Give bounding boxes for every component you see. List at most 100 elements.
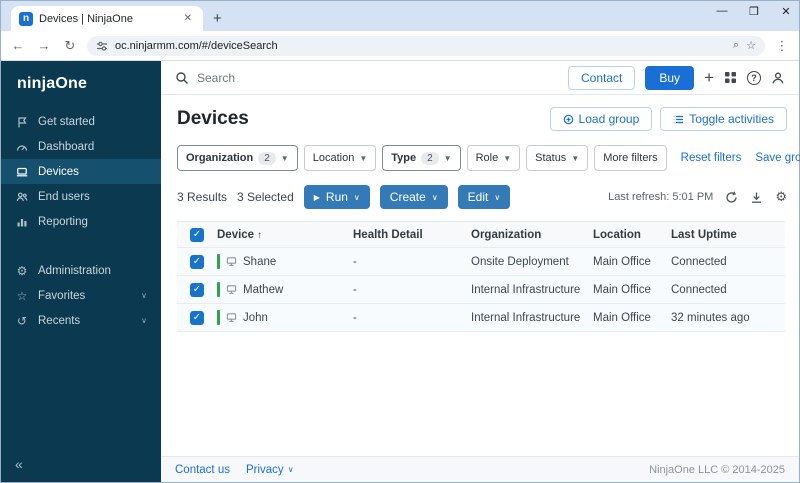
filter-location[interactable]: Location ▼	[303, 145, 377, 171]
sidebar: ninjaOne Get started Dashboard Devices E…	[1, 61, 161, 482]
get-started-icon	[15, 116, 29, 128]
selected-count: 3 Selected	[237, 190, 294, 204]
table-header-row: ✓ Device ↑ Health Detail Organization Loc…	[177, 222, 785, 248]
sidebar-item-recents[interactable]: ↺ Recents ∨	[1, 308, 161, 333]
reset-filters-link[interactable]: Reset filters	[681, 152, 742, 164]
chevron-down-icon: ▼	[443, 153, 452, 163]
column-header-location[interactable]: Location	[593, 229, 671, 241]
chevron-down-icon[interactable]: ∨	[141, 291, 147, 300]
select-all-checkbox[interactable]: ✓	[190, 227, 204, 242]
health-status-bar	[217, 310, 220, 325]
last-refresh-text: Last refresh: 5:01 PM	[608, 191, 714, 203]
account-icon[interactable]	[771, 71, 785, 85]
sidebar-item-get-started[interactable]: Get started	[1, 109, 161, 134]
sidebar-item-label: Devices	[38, 165, 79, 178]
device-name[interactable]: Mathew	[243, 284, 283, 296]
global-search-input[interactable]	[197, 70, 417, 85]
contact-button[interactable]: Contact	[568, 65, 636, 90]
sort-ascending-icon: ↑	[257, 229, 263, 241]
refresh-icon[interactable]	[725, 191, 738, 204]
filter-role[interactable]: Role ▼	[466, 145, 521, 171]
search-icon	[175, 71, 189, 85]
action-bar: 3 Results 3 Selected ▶ Run ∨ Create ∨ Ed…	[177, 185, 787, 209]
add-icon[interactable]: +	[704, 68, 714, 88]
sidebar-item-label: Favorites	[38, 289, 86, 302]
new-tab-icon[interactable]: +	[213, 10, 222, 27]
chevron-down-icon: ∨	[431, 192, 438, 202]
chevron-down-icon: ▼	[571, 153, 580, 163]
contact-us-link[interactable]: Contact us	[175, 464, 230, 476]
row-checkbox[interactable]: ✓	[190, 310, 204, 325]
minimize-icon[interactable]: —	[715, 5, 729, 18]
device-type-icon	[226, 312, 237, 323]
privacy-link[interactable]: Privacy ∨	[246, 464, 294, 476]
download-icon[interactable]	[750, 191, 763, 204]
column-header-uptime[interactable]: Last Uptime	[671, 229, 785, 241]
health-detail: -	[353, 311, 357, 324]
browser-tab[interactable]: n Devices | NinjaOne ✕	[11, 6, 203, 31]
device-name[interactable]: John	[243, 312, 268, 324]
buy-button[interactable]: Buy	[645, 65, 695, 90]
health-status-bar	[217, 254, 220, 269]
organization: Internal Infrastructure	[471, 283, 581, 296]
chevron-down-icon: ▼	[503, 153, 512, 163]
table-row[interactable]: ✓ Shane - Onsite Deployment Main Office …	[177, 248, 785, 276]
save-group-link[interactable]: Save group	[755, 152, 800, 164]
apps-grid-icon[interactable]	[724, 71, 737, 84]
sidebar-item-devices[interactable]: Devices	[1, 159, 161, 184]
location: Main Office	[593, 311, 651, 324]
column-header-device[interactable]: Device ↑	[217, 229, 353, 241]
last-uptime: 32 minutes ago	[671, 311, 750, 324]
site-info-icon[interactable]	[96, 40, 108, 52]
page-title: Devices	[177, 108, 249, 129]
filter-organization[interactable]: Organization 2 ▼	[177, 145, 298, 171]
devices-icon	[15, 166, 29, 178]
chevron-down-icon[interactable]: ∨	[141, 316, 147, 325]
devices-table: ✓ Device ↑ Health Detail Organization Loc…	[177, 221, 785, 332]
forward-icon[interactable]: →	[35, 38, 53, 53]
create-button[interactable]: Create ∨	[379, 185, 448, 209]
back-icon[interactable]: ←	[9, 38, 27, 53]
maximize-icon[interactable]: ❐	[747, 5, 761, 18]
run-button[interactable]: ▶ Run ∨	[303, 185, 370, 209]
filter-type[interactable]: Type 2 ▼	[382, 145, 461, 171]
help-icon[interactable]: ?	[747, 70, 761, 85]
row-checkbox[interactable]: ✓	[190, 254, 204, 269]
more-filters-button[interactable]: More filters	[594, 145, 667, 171]
health-detail: -	[353, 255, 357, 268]
device-name[interactable]: Shane	[243, 256, 276, 268]
browser-menu-icon[interactable]: ⋮	[773, 38, 791, 54]
copyright-text: NinjaOne LLC © 2014-2025	[649, 463, 785, 476]
tab-close-icon[interactable]: ✕	[181, 11, 195, 26]
sidebar-item-label: Administration	[38, 264, 111, 277]
load-group-button[interactable]: Load group	[549, 107, 653, 131]
column-header-health[interactable]: Health Detail	[353, 229, 471, 241]
table-row[interactable]: ✓ John - Internal Infrastructure Main Of…	[177, 304, 785, 332]
bookmark-star-icon[interactable]: ☆	[746, 39, 756, 52]
sidebar-item-favorites[interactable]: ☆ Favorites ∨	[1, 283, 161, 308]
reload-icon[interactable]: ↻	[61, 38, 79, 54]
sidebar-item-end-users[interactable]: End users	[1, 184, 161, 209]
column-header-organization[interactable]: Organization	[471, 229, 593, 241]
table-settings-gear-icon[interactable]: ⚙	[775, 189, 787, 205]
location: Main Office	[593, 283, 651, 296]
filter-status[interactable]: Status ▼	[526, 145, 589, 171]
table-row[interactable]: ✓ Mathew - Internal Infrastructure Main …	[177, 276, 785, 304]
location: Main Office	[593, 255, 651, 268]
chevron-down-icon: ∨	[353, 192, 360, 202]
address-bar[interactable]: oc.ninjarmm.com/#/deviceSearch ⌕ ☆	[87, 35, 765, 56]
sidebar-item-dashboard[interactable]: Dashboard	[1, 134, 161, 159]
zoom-icon[interactable]: ⌕	[733, 39, 739, 52]
close-icon[interactable]: ✕	[779, 5, 793, 18]
filter-bar: Organization 2 ▼ Location ▼ Type 2 ▼ Rol…	[177, 145, 800, 171]
collapse-sidebar-icon[interactable]: «	[1, 446, 161, 482]
sidebar-item-reporting[interactable]: Reporting	[1, 209, 161, 234]
devices-page: Devices Load group Toggle activities Org…	[161, 95, 800, 456]
edit-button[interactable]: Edit ∨	[457, 185, 511, 209]
app-topbar: Contact Buy + ?	[161, 61, 799, 95]
dashboard-icon	[15, 141, 29, 153]
toggle-activities-button[interactable]: Toggle activities	[660, 107, 787, 131]
browser-navbar: ← → ↻ oc.ninjarmm.com/#/deviceSearch ⌕ ☆…	[1, 31, 799, 61]
row-checkbox[interactable]: ✓	[190, 282, 204, 297]
sidebar-item-administration[interactable]: ⚙ Administration	[1, 258, 161, 283]
